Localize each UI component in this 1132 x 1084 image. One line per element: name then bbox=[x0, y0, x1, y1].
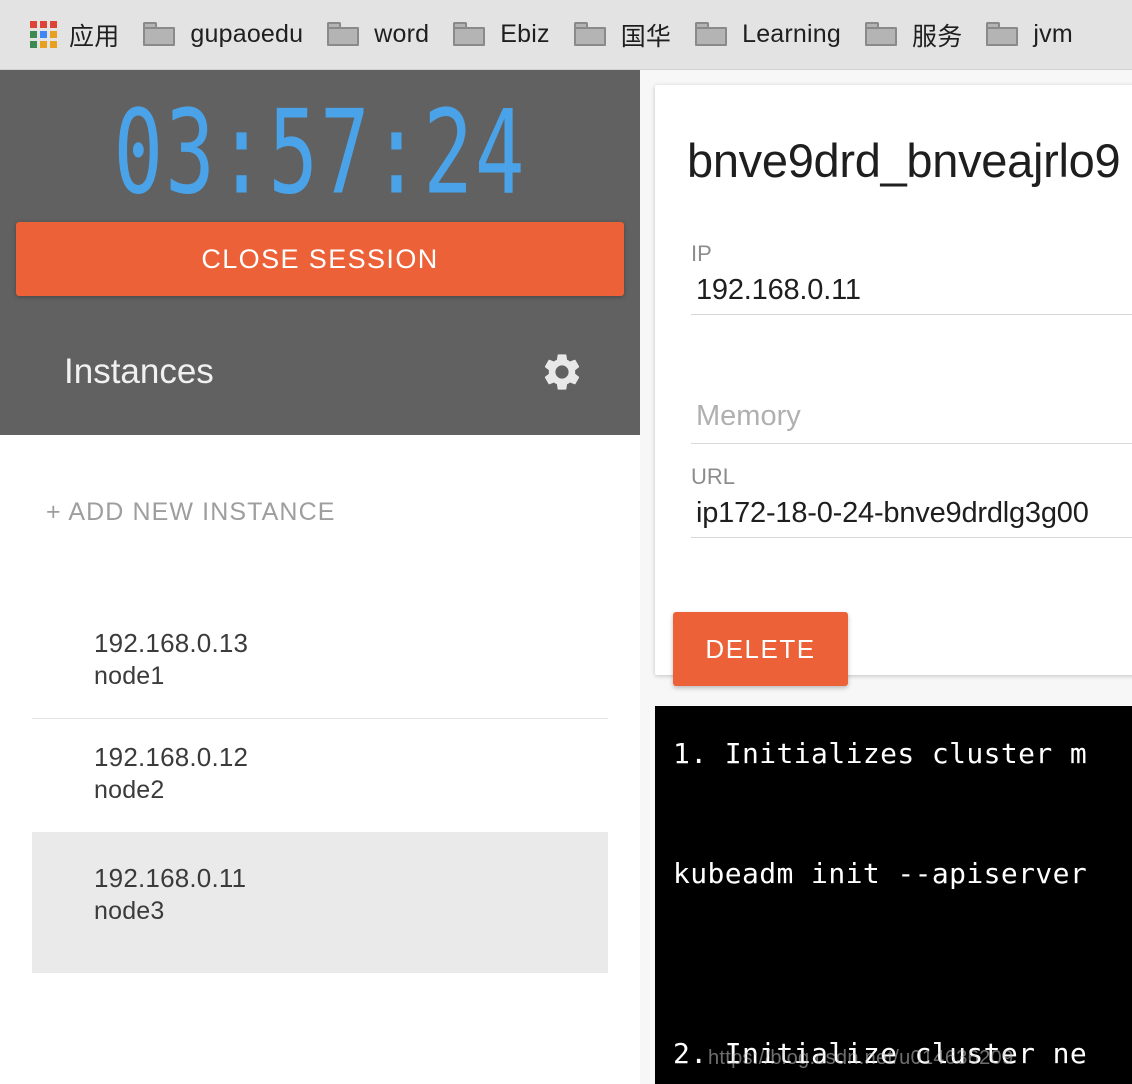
gear-icon[interactable] bbox=[540, 350, 584, 394]
bookmark-label: gupaoedu bbox=[190, 20, 304, 48]
bookmark-label: word bbox=[374, 20, 430, 48]
terminal-output[interactable]: 1. Initializes cluster m kubeadm init --… bbox=[655, 706, 1132, 1084]
close-session-button[interactable]: CLOSE SESSION bbox=[16, 222, 624, 296]
field-underline bbox=[691, 443, 1132, 444]
field-underline bbox=[691, 314, 1132, 315]
bookmark-label: 国华 bbox=[620, 22, 672, 51]
memory-field-placeholder: Memory bbox=[696, 400, 801, 432]
bookmark-label: Learning bbox=[742, 20, 841, 48]
ip-field[interactable]: IP 192.168.0.11 bbox=[691, 240, 1132, 315]
bookmark-label: 服务 bbox=[912, 22, 963, 51]
list-item[interactable]: 192.168.0.13 node1 bbox=[32, 605, 608, 718]
url-field[interactable]: URL ip172-18-0-24-bnve9drdlg3g00 bbox=[691, 463, 1132, 538]
folder-icon bbox=[453, 21, 487, 48]
bookmark-item-apps[interactable]: 应用 bbox=[18, 12, 131, 58]
bookmark-item-fuwu[interactable]: 服务 bbox=[853, 12, 974, 58]
folder-icon bbox=[865, 21, 899, 48]
ip-field-label: IP bbox=[691, 241, 712, 266]
instance-detail-card: bnve9drd_bnveajrlo9 IP 192.168.0.11 Memo… bbox=[655, 85, 1132, 686]
memory-field[interactable]: Memory bbox=[691, 391, 1132, 444]
instance-ip: 192.168.0.13 bbox=[94, 628, 249, 658]
bookmark-label: Ebiz bbox=[500, 20, 550, 48]
folder-icon bbox=[327, 21, 361, 48]
bookmark-item-ebiz[interactable]: Ebiz bbox=[441, 12, 561, 58]
bookmark-item-learning[interactable]: Learning bbox=[683, 12, 853, 58]
list-item[interactable]: 192.168.0.11 node3 bbox=[32, 832, 608, 973]
url-field-label: URL bbox=[691, 464, 736, 489]
instance-list: 192.168.0.13 node1 192.168.0.12 node2 19… bbox=[0, 605, 640, 973]
add-new-instance-button[interactable]: + ADD NEW INSTANCE bbox=[46, 498, 336, 527]
bookmark-item-guohua[interactable]: 国华 bbox=[562, 12, 683, 58]
bookmark-label: jvm bbox=[1033, 20, 1073, 48]
instance-hostname: node2 bbox=[94, 776, 165, 804]
folder-icon bbox=[986, 21, 1020, 48]
instance-ip: 192.168.0.11 bbox=[94, 863, 247, 893]
folder-icon bbox=[573, 21, 608, 48]
bookmark-bar: 应用 gupaoedu word Ebiz 国华 Learning 服务 jvm bbox=[0, 0, 1132, 70]
bookmark-label-apps: 应用 bbox=[69, 22, 120, 51]
instance-hostname: node1 bbox=[94, 662, 165, 690]
instances-panel: + ADD NEW INSTANCE 192.168.0.13 node1 19… bbox=[0, 435, 640, 1084]
folder-icon bbox=[143, 21, 177, 48]
instance-hostname: node3 bbox=[94, 897, 165, 925]
terminal-text: 1. Initializes cluster m kubeadm init --… bbox=[673, 737, 1088, 1070]
page-title: bnve9drd_bnveajrlo9 bbox=[687, 134, 1121, 187]
folder-icon bbox=[695, 21, 729, 48]
instances-header: Instances bbox=[0, 322, 640, 422]
instance-ip: 192.168.0.12 bbox=[94, 742, 249, 772]
field-underline bbox=[691, 537, 1132, 538]
bookmark-item-jvm[interactable]: jvm bbox=[974, 12, 1084, 58]
list-item[interactable]: 192.168.0.12 node2 bbox=[32, 719, 608, 832]
detail-area: bnve9drd_bnveajrlo9 IP 192.168.0.11 Memo… bbox=[640, 70, 1132, 1084]
instances-title: Instances bbox=[64, 352, 214, 391]
apps-grid-icon bbox=[30, 21, 57, 48]
delete-button[interactable]: DELETE bbox=[673, 612, 848, 686]
session-timer: 03:57:24 bbox=[113, 86, 527, 221]
bookmark-item-word[interactable]: word bbox=[315, 12, 441, 58]
session-panel: 03:57:24 CLOSE SESSION Instances bbox=[0, 70, 640, 435]
bookmark-item-gupaoedu[interactable]: gupaoedu bbox=[131, 12, 315, 58]
ip-field-value: 192.168.0.11 bbox=[696, 274, 861, 306]
url-field-value: ip172-18-0-24-bnve9drdlg3g00 bbox=[696, 497, 1089, 529]
